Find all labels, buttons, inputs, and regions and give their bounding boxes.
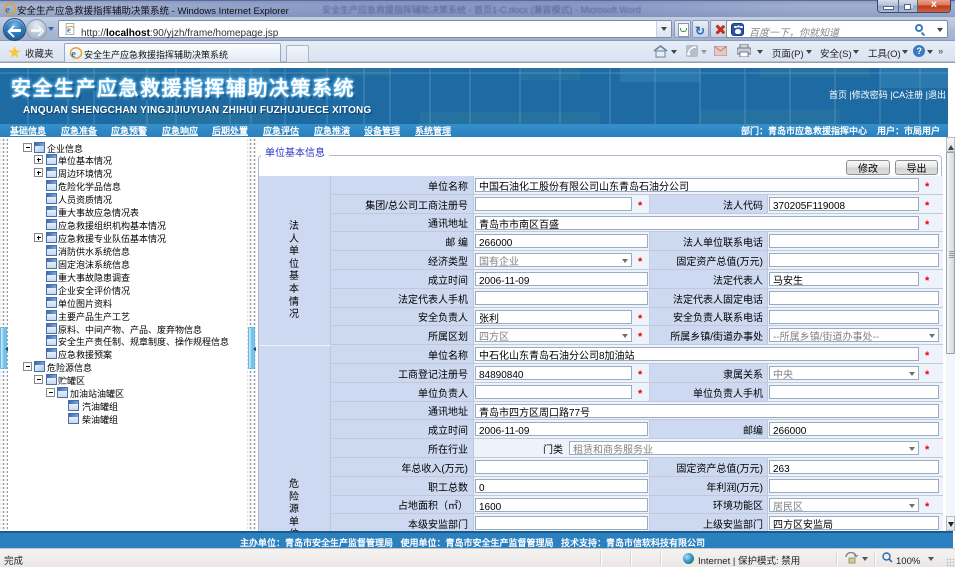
svg-text:e: e bbox=[67, 24, 71, 34]
svg-text:e: e bbox=[5, 5, 10, 15]
svg-text:?: ? bbox=[917, 45, 923, 57]
svg-text:e: e bbox=[71, 49, 76, 59]
